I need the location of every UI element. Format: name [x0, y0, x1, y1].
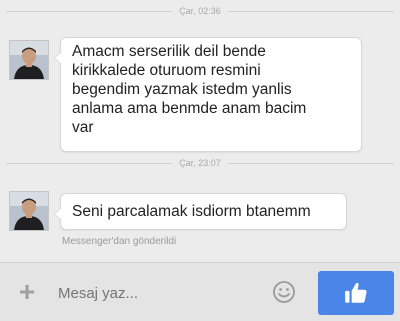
sent-from-label: Messenger'dan gönderildi: [62, 236, 177, 247]
divider: [6, 10, 174, 12]
divider: [226, 162, 394, 164]
message-line: anlama ama benmde anam bacim: [72, 100, 307, 117]
message-composer: +: [0, 262, 400, 321]
timestamp: Çar, 02:36: [179, 6, 221, 16]
avatar[interactable]: [9, 40, 49, 80]
divider: [6, 162, 174, 164]
plus-icon[interactable]: +: [14, 278, 40, 306]
message-line: kirikkalede oturuom resmini: [72, 62, 261, 79]
message-line: Seni parcalamak isdiorm btanemm: [72, 203, 311, 220]
avatar[interactable]: [9, 191, 49, 231]
timestamp: Çar, 23:07: [179, 158, 221, 168]
timestamp-separator: Çar, 02:36: [0, 4, 400, 18]
avatar-photo: [10, 41, 48, 79]
divider: [226, 10, 394, 12]
message-line: begendim yazmak istedm yanlis: [72, 81, 292, 98]
like-button[interactable]: [318, 271, 394, 315]
thumbs-up-icon: [345, 282, 367, 303]
timestamp-separator: Çar, 23:07: [0, 156, 400, 170]
message-bubble[interactable]: Amacm serserilik deil bende kirikkalede …: [54, 37, 362, 152]
message-line: Amacm serserilik deil bende: [72, 43, 266, 60]
message-input[interactable]: [56, 275, 270, 311]
smiley-icon[interactable]: [272, 280, 296, 304]
message-bubble[interactable]: Seni parcalamak isdiorm btanemm: [54, 193, 347, 230]
message-line: var: [72, 119, 94, 136]
avatar-photo: [10, 192, 48, 230]
